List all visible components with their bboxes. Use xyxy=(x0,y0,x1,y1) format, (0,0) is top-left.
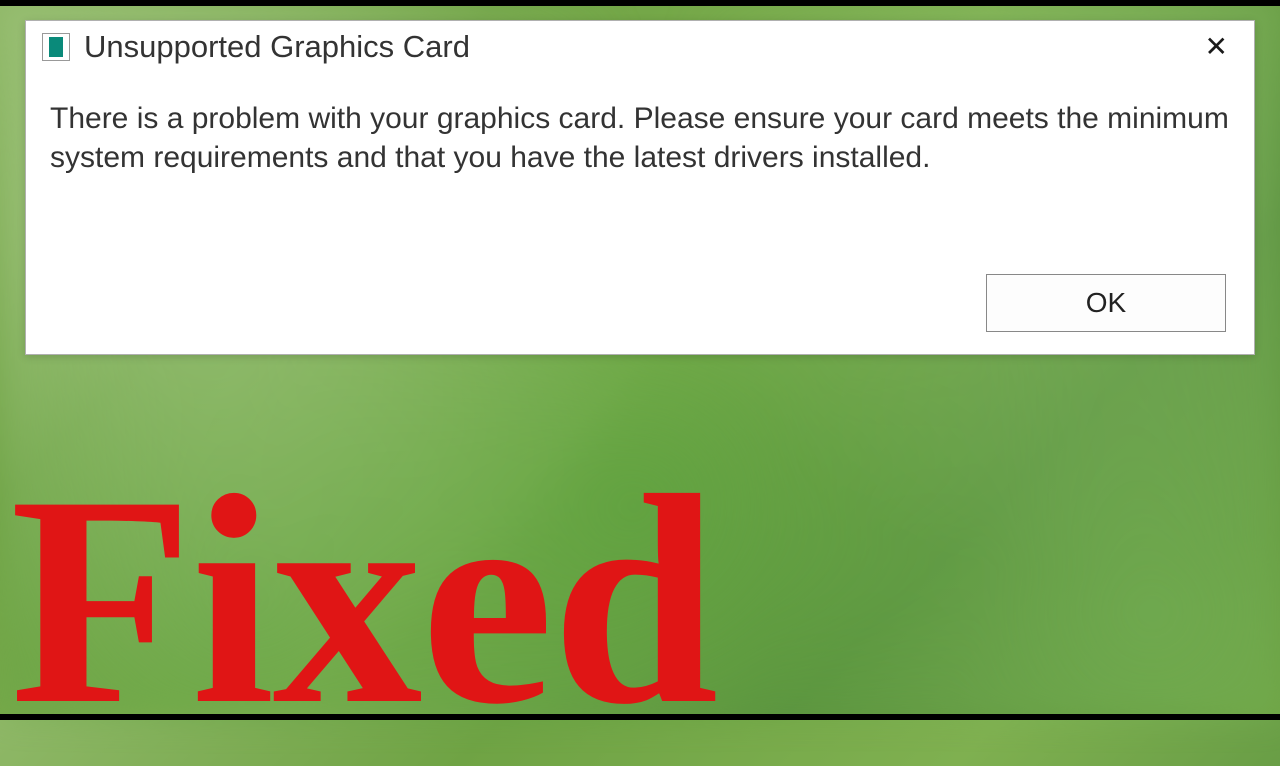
dialog-title: Unsupported Graphics Card xyxy=(84,29,470,65)
letterbox-top xyxy=(0,0,1280,6)
dialog-footer: OK xyxy=(986,274,1226,332)
close-icon[interactable]: ✕ xyxy=(1197,29,1236,65)
error-dialog: Unsupported Graphics Card ✕ There is a p… xyxy=(25,20,1255,355)
title-left-group: Unsupported Graphics Card xyxy=(42,29,470,65)
app-icon xyxy=(42,33,70,61)
dialog-body: There is a problem with your graphics ca… xyxy=(26,69,1254,187)
dialog-message: There is a problem with your graphics ca… xyxy=(50,99,1234,177)
app-icon-inner xyxy=(49,37,63,57)
overlay-caption: Fixed xyxy=(10,450,717,750)
ok-button[interactable]: OK xyxy=(986,274,1226,332)
dialog-titlebar: Unsupported Graphics Card ✕ xyxy=(26,21,1254,69)
